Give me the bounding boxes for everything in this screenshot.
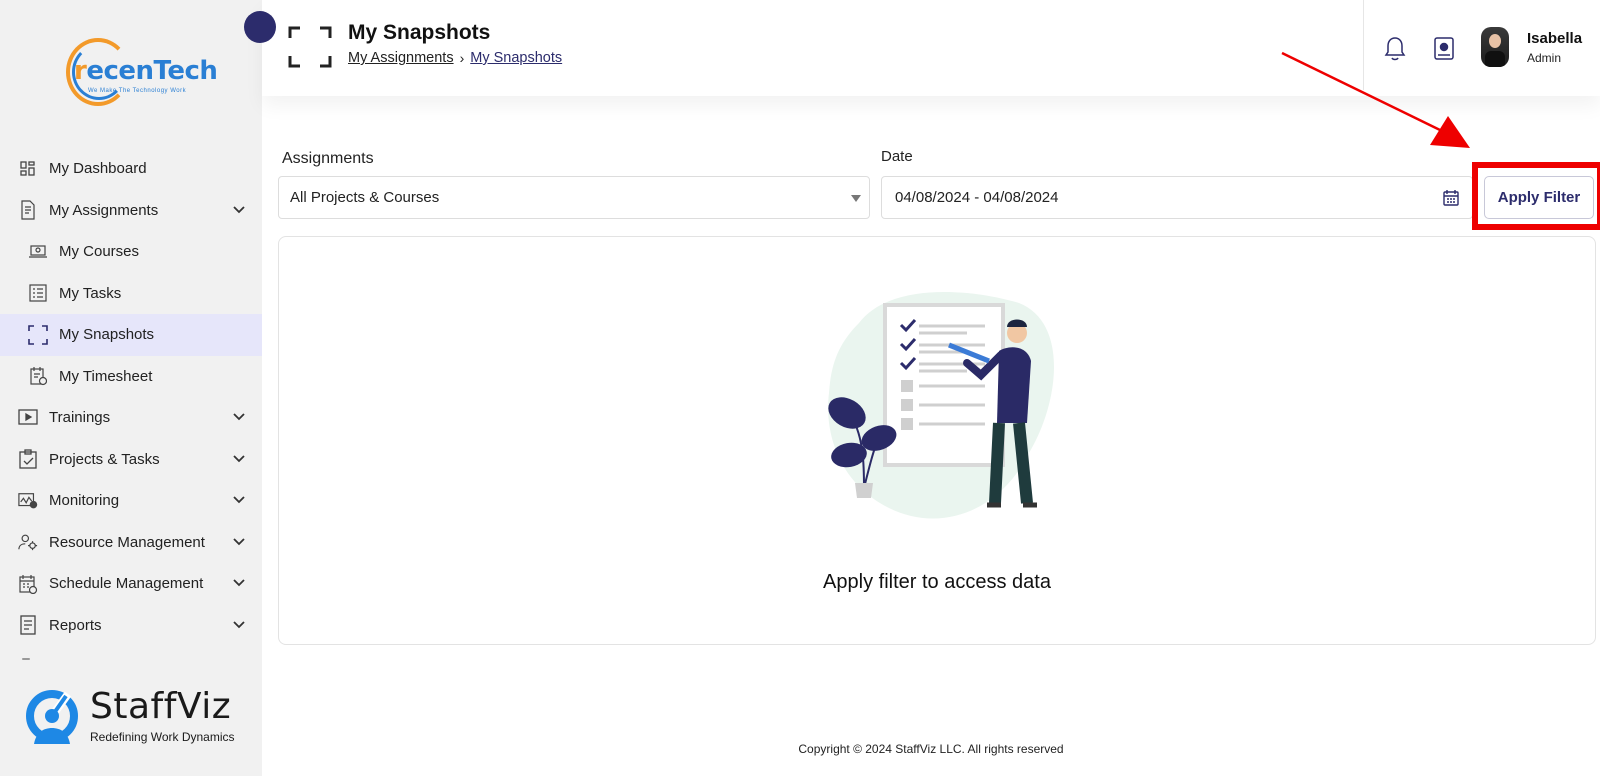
breadcrumb-my-snapshots[interactable]: My Snapshots: [470, 50, 562, 66]
sidebar-item-schedule-management[interactable]: Schedule Management: [0, 563, 262, 605]
monitoring-icon: [18, 491, 38, 511]
snapshot-icon: [28, 324, 48, 345]
user-gear-icon: [18, 532, 38, 552]
chevron-right-icon: ›: [459, 50, 465, 66]
snapshot-icon: [288, 26, 332, 68]
assignments-select[interactable]: All Projects & Courses: [278, 176, 870, 219]
date-label: Date: [881, 148, 913, 165]
assignments-selected-value: All Projects & Courses: [290, 189, 440, 206]
crecentech-logo: recenTech We Make The Technology Work: [66, 38, 218, 110]
page-title: My Snapshots: [348, 21, 491, 44]
staffviz-name: StaffViz: [90, 686, 232, 727]
caret-down-icon: [851, 195, 861, 202]
sidebar-item-label: My Courses: [59, 243, 140, 261]
timesheet-icon: [28, 366, 48, 386]
courses-icon: [28, 242, 48, 262]
chevron-down-icon[interactable]: [232, 535, 246, 549]
user-name[interactable]: Isabella: [1527, 30, 1582, 47]
play-icon: [18, 408, 38, 428]
sidebar-item-label: My Tasks: [59, 284, 122, 302]
chevron-down-icon[interactable]: [232, 618, 246, 632]
staffviz-logo: StaffViz Redefining Work Dynamics: [24, 686, 254, 748]
assignments-icon: [18, 200, 38, 220]
chevron-down-icon[interactable]: [232, 493, 246, 507]
chevron-down-icon[interactable]: [232, 410, 246, 424]
sidebar-item-my-tasks[interactable]: My Tasks: [0, 273, 262, 315]
chevron-down-icon[interactable]: [232, 203, 246, 217]
copyright-footer: Copyright © 2024 StaffViz LLC. All right…: [798, 742, 1064, 756]
avatar[interactable]: [1481, 27, 1509, 67]
calendar-icon[interactable]: [1442, 189, 1460, 207]
sidebar-item-label: My Dashboard: [49, 160, 147, 178]
breadcrumb: My Assignments › My Snapshots: [348, 50, 562, 66]
sidebar-item-my-assignments[interactable]: My Assignments: [0, 190, 262, 232]
checklist-illustration: [828, 291, 1054, 519]
chevron-down-icon[interactable]: [232, 452, 246, 466]
breadcrumb-my-assignments[interactable]: My Assignments: [348, 50, 454, 66]
schedule-icon: [18, 574, 38, 594]
avatar-body: [1485, 51, 1505, 67]
report-icon: [18, 615, 38, 635]
logo-wordmark: recenTech: [74, 56, 218, 86]
dashboard-icon: [18, 159, 38, 179]
user-role: Admin: [1527, 51, 1562, 65]
sidebar-item-trainings[interactable]: Trainings: [0, 397, 262, 439]
sidebar-item-label: Resource Management: [49, 533, 205, 551]
tasks-icon: [28, 283, 48, 303]
sidebar-toggle-button[interactable]: [244, 11, 276, 43]
date-range-value: 04/08/2024 - 04/08/2024: [895, 189, 1059, 206]
sidebar-scroll-stub: [22, 658, 30, 660]
clipboard-icon: [18, 449, 38, 469]
sidebar-item-label: Projects & Tasks: [49, 450, 160, 468]
sidebar-item-projects-tasks[interactable]: Projects & Tasks: [0, 439, 262, 481]
sidebar-item-resource-management[interactable]: Resource Management: [0, 522, 262, 564]
sidebar-item-my-snapshots[interactable]: My Snapshots: [0, 314, 262, 356]
sidebar-item-my-timesheet[interactable]: My Timesheet: [0, 356, 262, 398]
sidebar-item-monitoring[interactable]: Monitoring: [0, 480, 262, 522]
app-root: recenTech We Make The Technology Work My…: [0, 0, 1600, 776]
empty-state-message: Apply filter to access data: [823, 571, 1051, 593]
sidebar-item-my-courses[interactable]: My Courses: [0, 231, 262, 273]
header-divider: [1363, 0, 1364, 90]
sidebar-item-reports[interactable]: Reports: [0, 605, 262, 647]
sidebar-item-label: Schedule Management: [49, 575, 204, 593]
sidebar: recenTech We Make The Technology Work My…: [0, 0, 262, 776]
chevron-down-icon[interactable]: [232, 576, 246, 590]
sidebar-item-label: Monitoring: [49, 492, 120, 510]
settings-book-icon[interactable]: [1433, 37, 1455, 61]
avatar-face: [1489, 34, 1501, 48]
sidebar-item-my-dashboard[interactable]: My Dashboard: [0, 148, 262, 190]
bell-icon[interactable]: [1384, 36, 1406, 62]
logo-tagline: We Make The Technology Work: [88, 88, 187, 94]
date-range-input[interactable]: 04/08/2024 - 04/08/2024: [881, 176, 1473, 219]
apply-filter-button[interactable]: Apply Filter: [1484, 176, 1594, 219]
results-card: Apply filter to access data: [278, 236, 1596, 645]
sidebar-item-label: My Timesheet: [59, 367, 153, 385]
assignments-label: Assignments: [282, 150, 374, 167]
sidebar-item-label: My Assignments: [49, 201, 159, 219]
sidebar-item-label: Reports: [49, 616, 102, 634]
staffviz-tagline: Redefining Work Dynamics: [90, 730, 235, 744]
staffviz-mark-icon: [26, 690, 78, 744]
sidebar-nav: My Dashboard My Assignments My Courses M…: [0, 148, 262, 646]
sidebar-item-label: Trainings: [49, 409, 111, 427]
sidebar-item-label: My Snapshots: [59, 326, 155, 344]
